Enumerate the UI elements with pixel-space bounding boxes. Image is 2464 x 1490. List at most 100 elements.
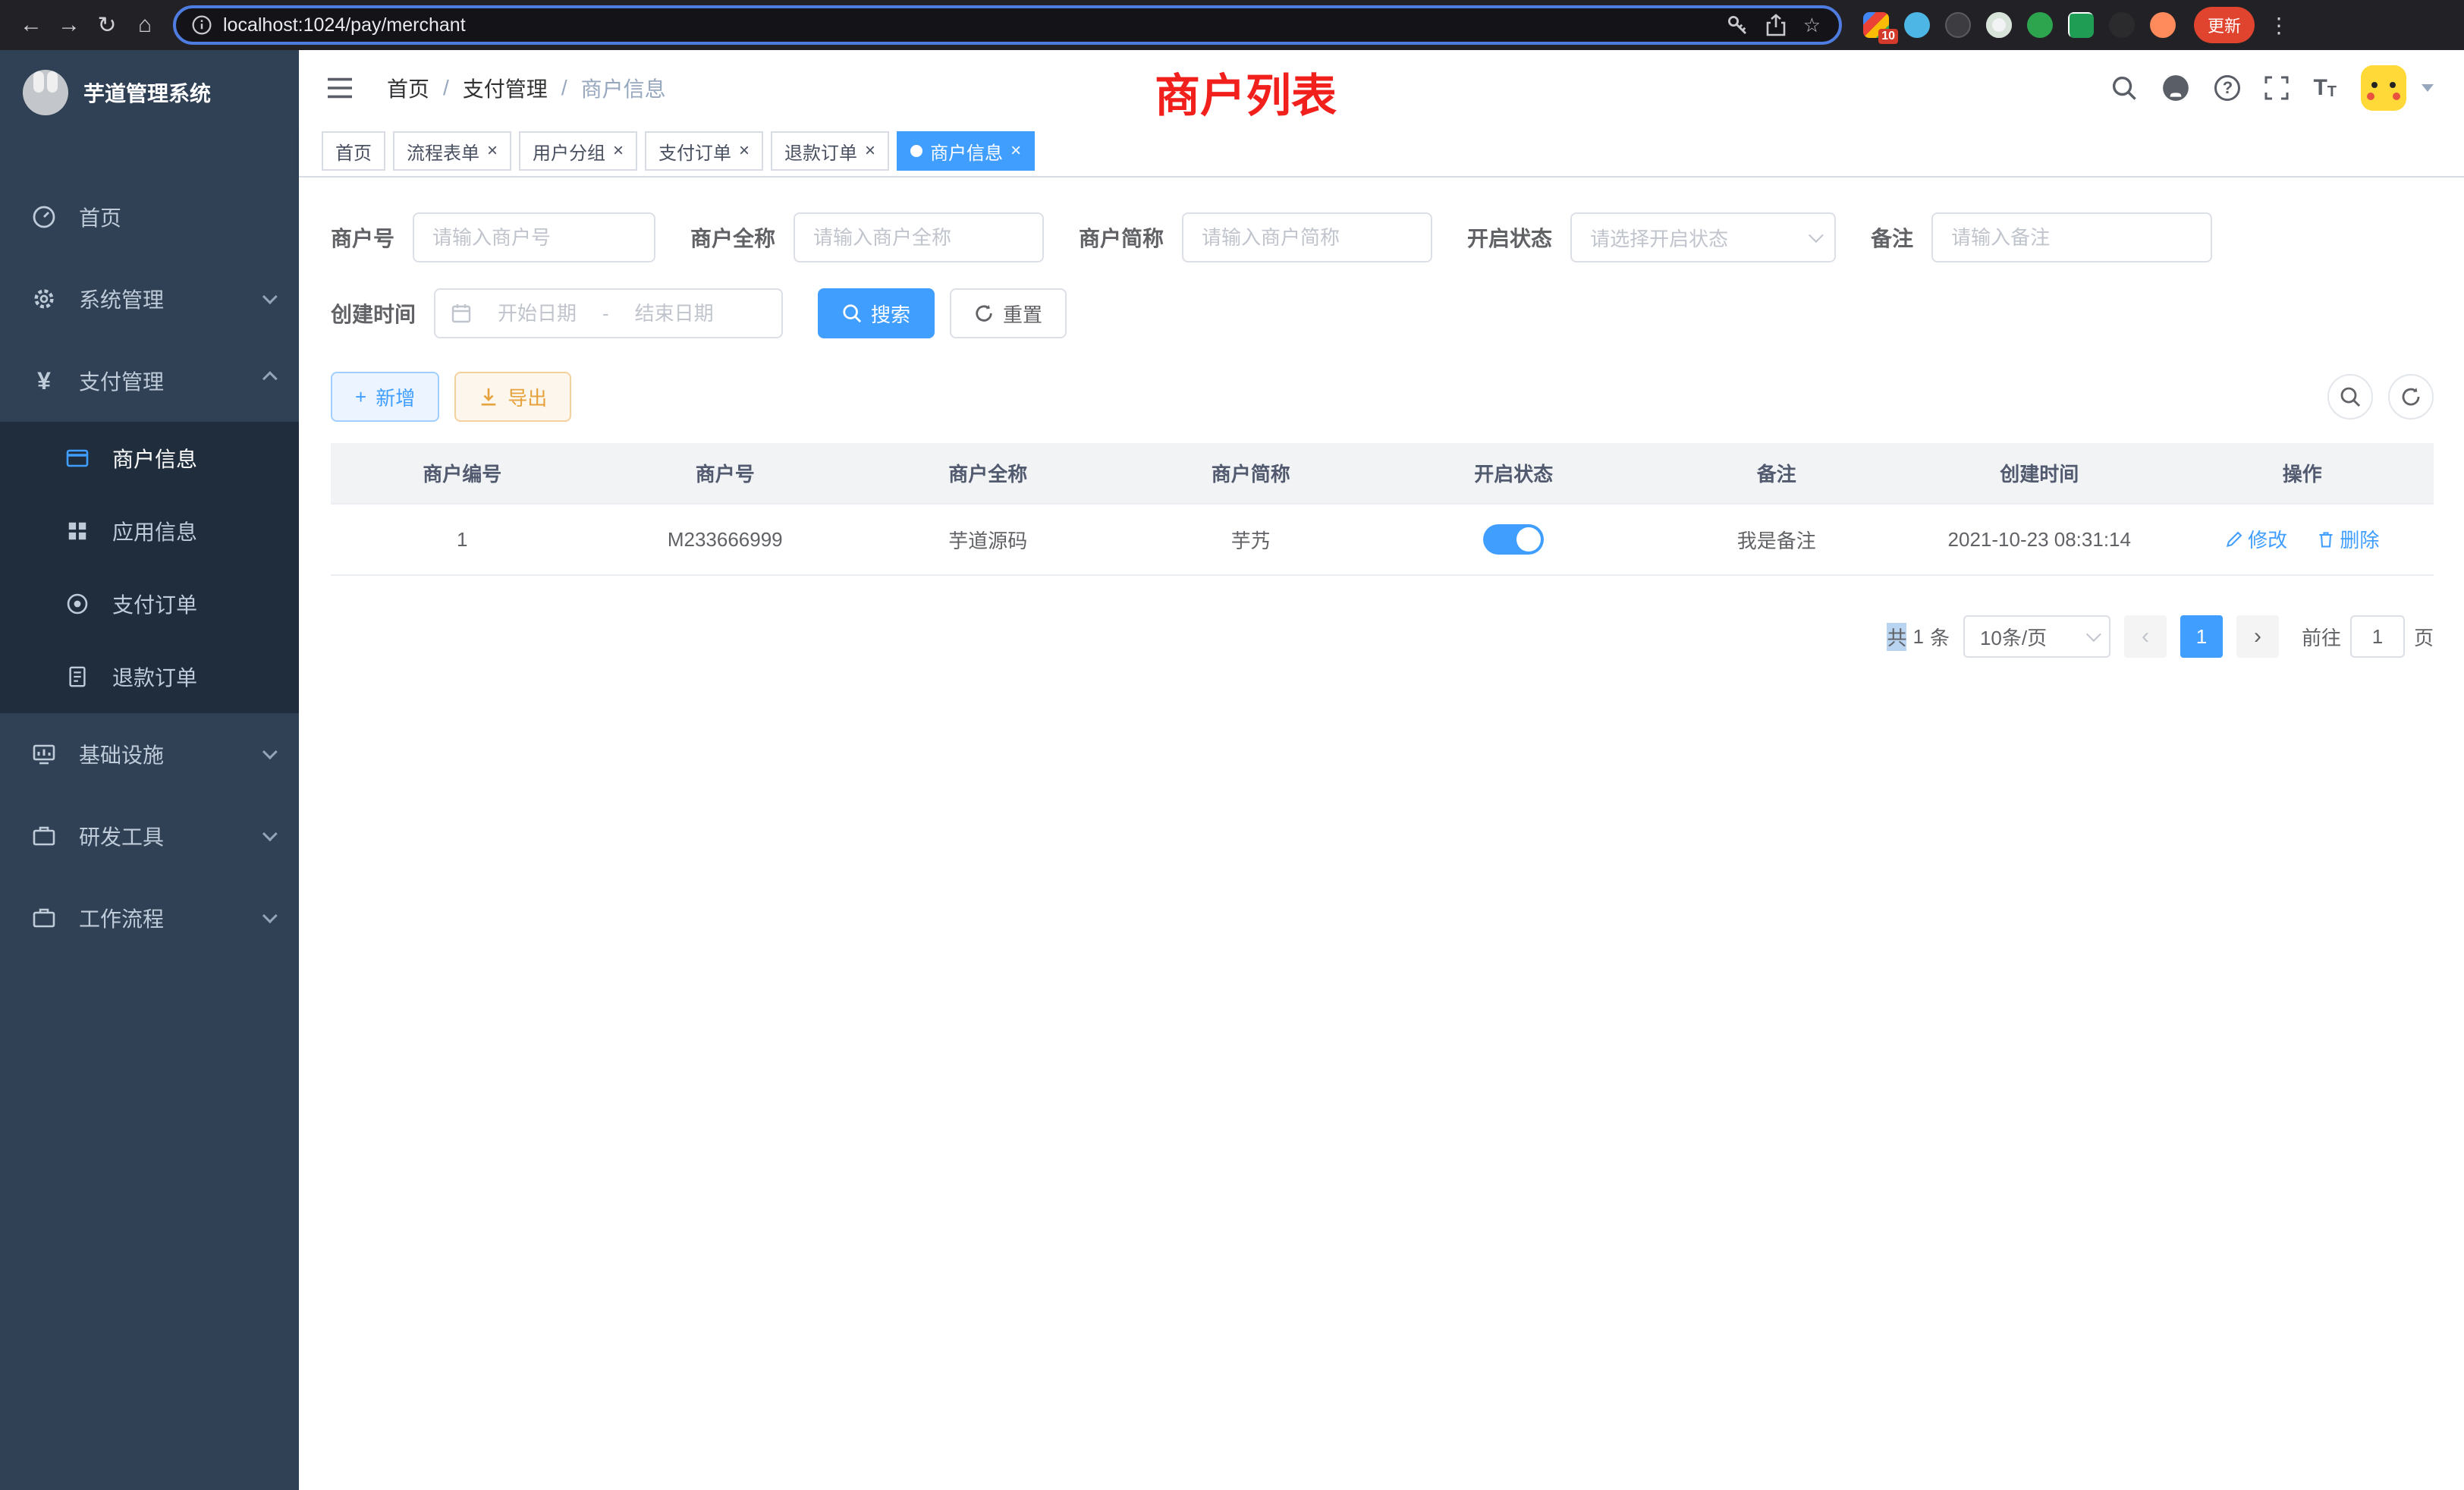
target-icon <box>64 592 91 616</box>
calendar-icon <box>451 303 472 324</box>
user-avatar[interactable] <box>2361 65 2406 111</box>
reset-button[interactable]: 重置 <box>950 288 1067 338</box>
briefcase-icon <box>30 906 58 930</box>
extension-icon[interactable] <box>2068 12 2094 38</box>
browser-update-button[interactable]: 更新 <box>2194 7 2255 43</box>
table-header-row: 商户编号 商户号 商户全称 商户简称 开启状态 备注 创建时间 操作 <box>331 443 2434 504</box>
cell-short-name: 芋艿 <box>1120 504 1383 575</box>
start-date-input[interactable] <box>481 302 593 325</box>
github-icon[interactable] <box>2161 74 2190 102</box>
next-page-button[interactable]: › <box>2236 615 2279 658</box>
sidebar-item-devtools[interactable]: 研发工具 <box>0 795 299 877</box>
browser-home-icon[interactable]: ⌂ <box>126 6 164 44</box>
goto-prefix: 前往 <box>2302 623 2341 651</box>
user-menu-caret-icon[interactable] <box>2422 84 2434 92</box>
delete-link[interactable]: 删除 <box>2317 525 2379 553</box>
browser-forward-icon[interactable]: → <box>50 6 88 44</box>
share-icon[interactable] <box>1765 14 1787 36</box>
site-info-icon[interactable] <box>191 14 212 36</box>
help-icon[interactable]: ? <box>2214 75 2240 101</box>
goto-page-input[interactable] <box>2350 615 2405 658</box>
search-button[interactable]: 搜索 <box>818 288 935 338</box>
search-icon <box>842 303 862 323</box>
tab-home[interactable]: 首页 <box>322 131 385 171</box>
sidebar-item-refund-order[interactable]: 退款订单 <box>0 640 299 713</box>
breadcrumb-page: 商户信息 <box>581 73 666 103</box>
breadcrumb-home[interactable]: 首页 <box>387 73 429 103</box>
export-button[interactable]: 导出 <box>454 372 571 422</box>
cell-id: 1 <box>331 504 594 575</box>
sidebar-item-system[interactable]: 系统管理 <box>0 258 299 340</box>
extension-icon[interactable] <box>2109 12 2135 38</box>
extension-icon[interactable] <box>2027 12 2053 38</box>
end-date-input[interactable] <box>618 302 731 325</box>
chevron-down-icon <box>2086 627 2101 642</box>
close-icon[interactable]: × <box>739 142 750 160</box>
tab-pay-order[interactable]: 支付订单 × <box>645 131 763 171</box>
credit-card-icon <box>64 446 91 470</box>
goto-suffix: 页 <box>2414 623 2434 651</box>
refresh-table-button[interactable] <box>2388 374 2434 420</box>
extension-icon[interactable] <box>1904 12 1930 38</box>
search-icon[interactable] <box>2111 75 2137 101</box>
status-select[interactable]: 请选择开启状态 <box>1570 212 1836 262</box>
sidebar-item-infrastructure[interactable]: 基础设施 <box>0 713 299 795</box>
browser-back-icon[interactable]: ← <box>12 6 50 44</box>
create-time-label: 创建时间 <box>331 298 416 328</box>
font-size-icon[interactable]: TT <box>2313 75 2337 101</box>
bookmark-star-icon[interactable]: ☆ <box>1803 14 1821 37</box>
close-icon[interactable]: × <box>865 142 875 160</box>
app-title: 芋道管理系统 <box>83 77 211 108</box>
browser-reload-icon[interactable]: ↻ <box>88 6 126 44</box>
sidebar-toggle-icon[interactable] <box>326 77 354 99</box>
close-icon[interactable]: × <box>613 142 624 160</box>
topbar: 首页 / 支付管理 / 商户信息 商户列表 ? <box>299 50 2464 126</box>
full-name-input[interactable] <box>794 212 1044 262</box>
status-toggle[interactable] <box>1483 524 1544 555</box>
chevron-down-icon <box>1809 228 1824 243</box>
cell-full-name: 芋道源码 <box>856 504 1120 575</box>
create-time-range-picker[interactable]: - <box>434 288 783 338</box>
screen: ← → ↻ ⌂ localhost:1024/pay/merchant ☆ 10 <box>0 0 2464 1490</box>
tab-refund-order[interactable]: 退款订单 × <box>771 131 889 171</box>
page-1-button[interactable]: 1 <box>2180 615 2223 658</box>
prev-page-button[interactable]: ‹ <box>2124 615 2167 658</box>
extension-icon[interactable]: 10 <box>1863 12 1889 38</box>
extension-icon[interactable] <box>2150 12 2176 38</box>
address-bar[interactable]: localhost:1024/pay/merchant ☆ <box>173 5 1842 45</box>
browser-menu-icon[interactable]: ⋮ <box>2268 13 2290 38</box>
remark-input[interactable] <box>1931 212 2212 262</box>
breadcrumb-section[interactable]: 支付管理 <box>463 73 548 103</box>
tab-process-form[interactable]: 流程表单 × <box>393 131 511 171</box>
merchant-no-input[interactable] <box>413 212 655 262</box>
extension-badge: 10 <box>1878 29 1898 44</box>
close-icon[interactable]: × <box>487 142 498 160</box>
remark-label: 备注 <box>1871 222 1913 253</box>
fullscreen-icon[interactable] <box>2264 76 2289 100</box>
dashboard-icon <box>30 205 58 229</box>
tab-merchant-info[interactable]: 商户信息 × <box>897 131 1035 171</box>
page-size-select[interactable]: 10条/页 <box>1963 615 2110 658</box>
sidebar-item-payment[interactable]: ¥ 支付管理 <box>0 340 299 422</box>
merchant-table: 商户编号 商户号 商户全称 商户简称 开启状态 备注 创建时间 操作 1 <box>331 443 2434 576</box>
chevron-down-icon <box>262 289 278 304</box>
sidebar-item-home[interactable]: 首页 <box>0 176 299 258</box>
tab-user-group[interactable]: 用户分组 × <box>519 131 637 171</box>
sidebar-item-pay-order[interactable]: 支付订单 <box>0 567 299 640</box>
extension-icon[interactable] <box>1945 12 1971 38</box>
close-icon[interactable]: × <box>1010 142 1021 160</box>
sidebar-item-app-info[interactable]: 应用信息 <box>0 495 299 567</box>
cell-merchant-no: M233666999 <box>594 504 857 575</box>
sidebar-item-merchant-info[interactable]: 商户信息 <box>0 422 299 495</box>
tabs-view: 首页 流程表单 × 用户分组 × 支付订单 × 退款订单 × <box>299 126 2464 178</box>
edit-link[interactable]: 修改 <box>2225 525 2287 553</box>
add-button[interactable]: + 新增 <box>331 372 439 422</box>
toggle-search-button[interactable] <box>2327 374 2373 420</box>
pencil-icon <box>2225 530 2243 549</box>
short-name-input[interactable] <box>1182 212 1432 262</box>
extension-icon[interactable] <box>1986 12 2012 38</box>
password-key-icon[interactable] <box>1726 14 1749 36</box>
sidebar-item-workflow[interactable]: 工作流程 <box>0 877 299 959</box>
document-icon <box>64 665 91 688</box>
app-logo[interactable]: 芋道管理系统 <box>0 50 299 135</box>
